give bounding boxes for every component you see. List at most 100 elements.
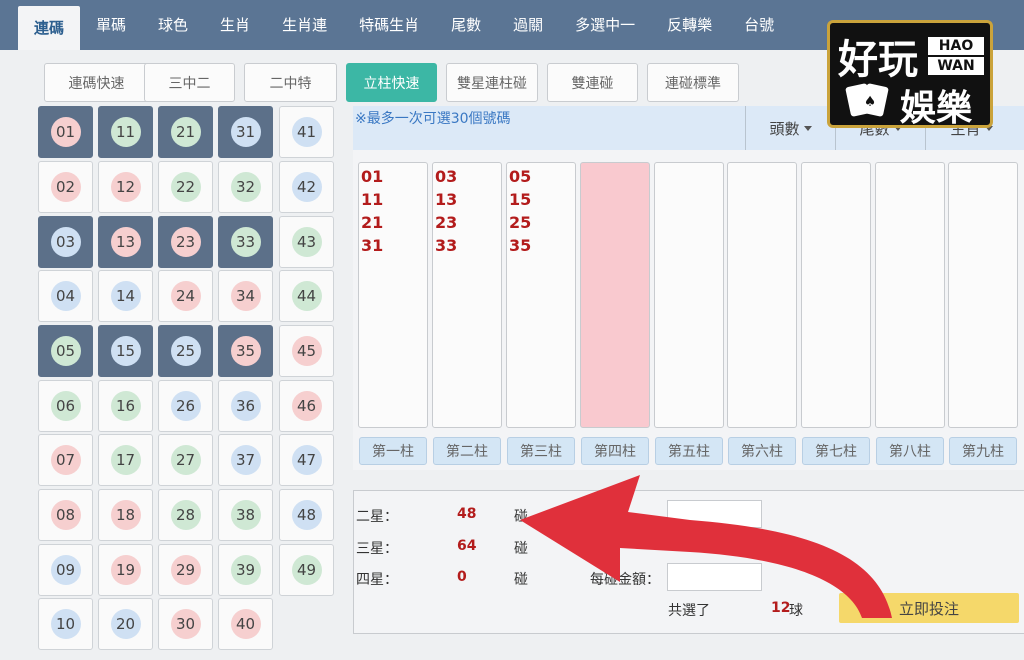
logo-text-cn-top: 好玩	[838, 36, 918, 83]
column-label-button[interactable]: 第二柱	[433, 437, 501, 465]
number-cell[interactable]: 39	[218, 544, 273, 596]
mode-button[interactable]: 雙星連柱碰	[446, 63, 538, 102]
column-box[interactable]: 05 15 25 35	[506, 162, 576, 428]
number-cell[interactable]: 37	[218, 434, 273, 486]
number-ball: 04	[50, 281, 81, 311]
column-label-button[interactable]: 第六柱	[728, 437, 796, 465]
number-cell[interactable]: 07	[38, 434, 93, 486]
number-cell[interactable]: 17	[98, 434, 153, 486]
mode-button[interactable]: 雙連碰	[547, 63, 638, 102]
number-cell[interactable]: 23	[158, 216, 213, 268]
nav-tab[interactable]: 尾數	[435, 0, 497, 50]
number-cell[interactable]: 35	[218, 325, 273, 377]
column-label-button[interactable]: 第七柱	[802, 437, 870, 465]
amount-input-top[interactable]	[667, 500, 762, 528]
column-box[interactable]: 01 11 21 31	[358, 162, 428, 428]
number-cell[interactable]: 19	[98, 544, 153, 596]
number-cell[interactable]: 10	[38, 598, 93, 650]
nav-tab[interactable]: 生肖	[204, 0, 266, 50]
number-cell[interactable]: 44	[279, 270, 334, 322]
number-ball: 45	[291, 336, 322, 366]
number-cell[interactable]: 34	[218, 270, 273, 322]
number-cell[interactable]: 28	[158, 489, 213, 541]
number-cell[interactable]: 03	[38, 216, 93, 268]
column-label-button[interactable]: 第八柱	[876, 437, 944, 465]
number-ball: 30	[170, 609, 201, 639]
number-ball: 34	[230, 281, 261, 311]
nav-tab[interactable]: 多選中一	[559, 0, 651, 50]
column-label-button[interactable]: 第一柱	[359, 437, 427, 465]
number-cell[interactable]: 45	[279, 325, 334, 377]
filter-head-count[interactable]: 頭數	[745, 106, 835, 150]
number-cell[interactable]: 33	[218, 216, 273, 268]
number-cell[interactable]: 02	[38, 161, 93, 213]
number-ball: 46	[291, 391, 322, 421]
nav-tab[interactable]: 生肖連	[266, 0, 343, 50]
nav-tab[interactable]: 特碼生肖	[343, 0, 435, 50]
mode-button[interactable]: 二中特	[244, 63, 337, 102]
mode-button[interactable]: 連碰標準	[647, 63, 739, 102]
number-cell[interactable]: 47	[279, 434, 334, 486]
column-box[interactable]	[875, 162, 945, 428]
number-cell[interactable]: 06	[38, 380, 93, 432]
number-cell[interactable]: 30	[158, 598, 213, 650]
number-cell[interactable]: 14	[98, 270, 153, 322]
column-box[interactable]	[580, 162, 650, 428]
submit-bet-button[interactable]: 立即投注	[839, 593, 1019, 623]
column-box[interactable]	[801, 162, 871, 428]
number-cell[interactable]: 20	[98, 598, 153, 650]
number-cell[interactable]: 15	[98, 325, 153, 377]
number-cell[interactable]: 01	[38, 106, 93, 158]
number-ball: 11	[110, 117, 141, 147]
column-box[interactable]	[948, 162, 1018, 428]
column-label-button[interactable]: 第九柱	[949, 437, 1017, 465]
number-ball: 18	[110, 500, 141, 530]
number-cell[interactable]: 24	[158, 270, 213, 322]
number-cell[interactable]: 11	[98, 106, 153, 158]
number-cell[interactable]: 38	[218, 489, 273, 541]
mode-button[interactable]: 連碼快速	[44, 63, 149, 102]
column-label-button[interactable]: 第五柱	[655, 437, 723, 465]
number-cell[interactable]: 46	[279, 380, 334, 432]
nav-tab[interactable]: 單碼	[80, 0, 142, 50]
number-cell[interactable]: 05	[38, 325, 93, 377]
number-cell[interactable]: 41	[279, 106, 334, 158]
mode-button[interactable]: 三中二	[144, 63, 235, 102]
number-cell[interactable]: 22	[158, 161, 213, 213]
number-cell[interactable]: 31	[218, 106, 273, 158]
nav-tab[interactable]: 反轉樂	[651, 0, 728, 50]
number-ball: 13	[110, 227, 141, 257]
number-cell[interactable]: 49	[279, 544, 334, 596]
column-box[interactable]: 03 13 23 33	[432, 162, 502, 428]
two-star-label: 二星：	[356, 509, 398, 525]
number-ball: 44	[291, 281, 322, 311]
number-cell[interactable]: 09	[38, 544, 93, 596]
number-cell[interactable]: 18	[98, 489, 153, 541]
number-cell[interactable]: 04	[38, 270, 93, 322]
column-box[interactable]	[727, 162, 797, 428]
mode-button[interactable]: 立柱快速	[346, 63, 437, 102]
number-cell[interactable]: 42	[279, 161, 334, 213]
number-cell[interactable]: 48	[279, 489, 334, 541]
nav-tab[interactable]: 球色	[142, 0, 204, 50]
number-cell[interactable]: 32	[218, 161, 273, 213]
number-cell[interactable]: 25	[158, 325, 213, 377]
nav-tab[interactable]: 台號	[728, 0, 790, 50]
nav-tab[interactable]: 過關	[497, 0, 559, 50]
number-cell[interactable]: 36	[218, 380, 273, 432]
number-cell[interactable]: 16	[98, 380, 153, 432]
nav-tab[interactable]: 連碼	[18, 6, 81, 50]
column-label-button[interactable]: 第三柱	[507, 437, 575, 465]
number-cell[interactable]: 21	[158, 106, 213, 158]
number-cell[interactable]: 26	[158, 380, 213, 432]
number-cell[interactable]: 27	[158, 434, 213, 486]
number-cell[interactable]: 40	[218, 598, 273, 650]
number-cell[interactable]: 12	[98, 161, 153, 213]
number-cell[interactable]: 13	[98, 216, 153, 268]
number-cell[interactable]: 43	[279, 216, 334, 268]
number-cell[interactable]: 29	[158, 544, 213, 596]
column-label-button[interactable]: 第四柱	[581, 437, 649, 465]
number-cell[interactable]: 08	[38, 489, 93, 541]
column-box[interactable]	[654, 162, 724, 428]
per-bet-amount-input[interactable]	[667, 563, 762, 591]
